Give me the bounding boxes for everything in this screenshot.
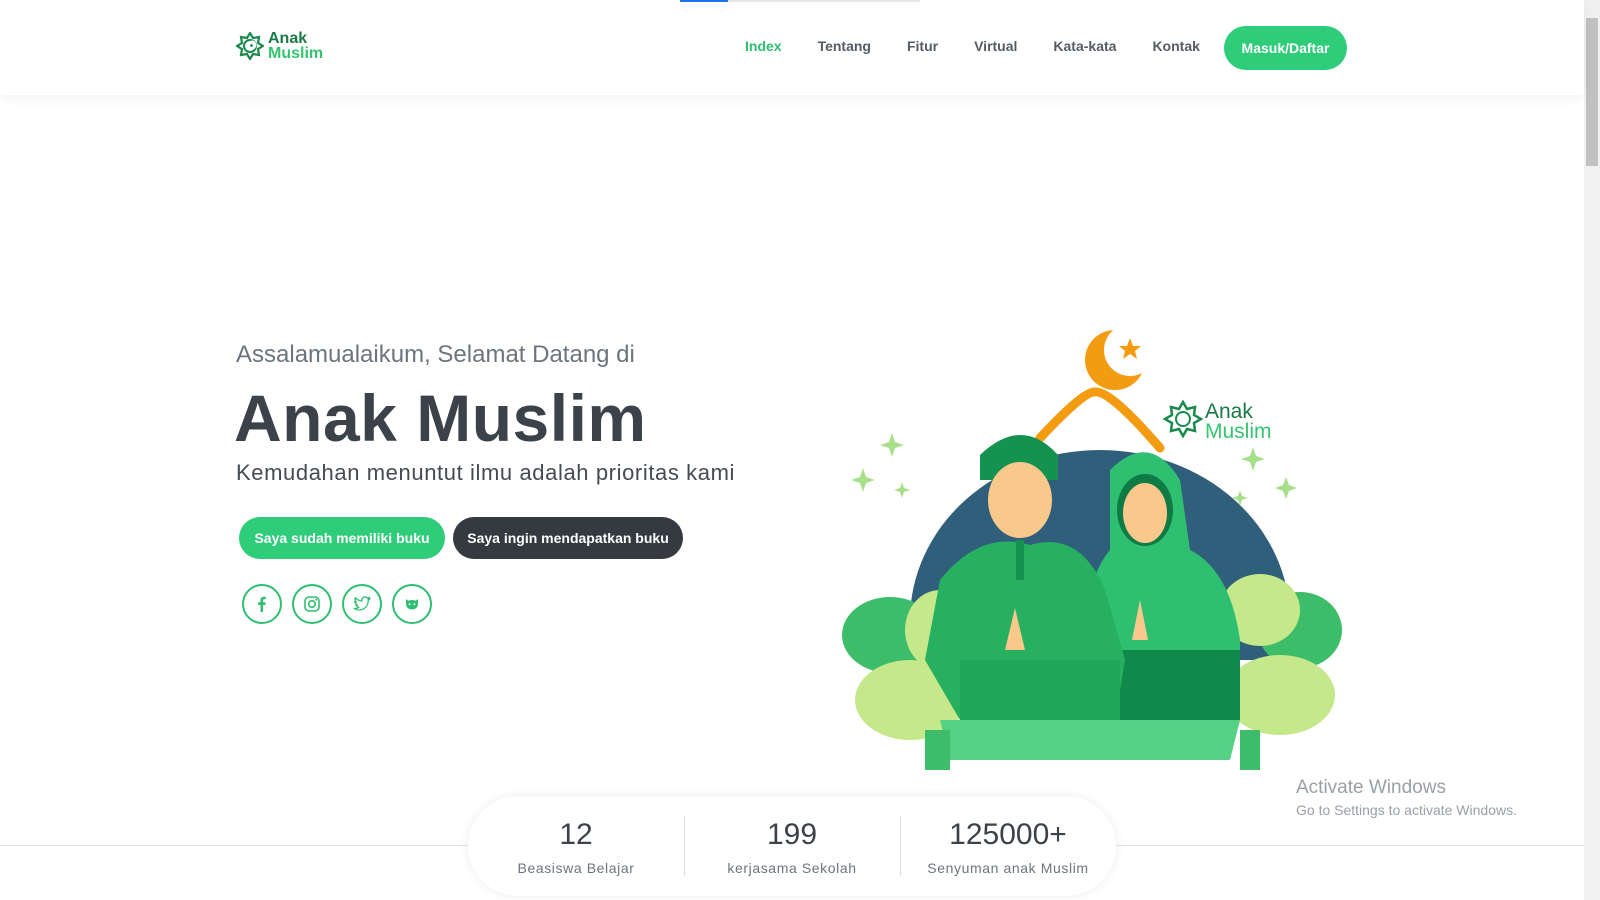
stat-value: 199 xyxy=(766,818,818,851)
hero-illustration: Anak Muslim xyxy=(842,330,1342,770)
crescent-moon-icon xyxy=(1085,330,1156,390)
login-register-button[interactable]: Masuk/Daftar xyxy=(1224,26,1347,70)
site-logo[interactable]: Anak Muslim xyxy=(236,30,324,62)
watermark-subtitle: Go to Settings to activate Windows. xyxy=(1296,802,1517,818)
stat-value: 125000+ xyxy=(949,818,1067,851)
have-book-button[interactable]: Saya sudah memiliki buku xyxy=(239,517,445,559)
hero-title: Anak Muslim xyxy=(234,381,647,455)
main-nav: Index Tentang Fitur Virtual Kata-kata Ko… xyxy=(745,38,1236,54)
logo-text-line1: Anak xyxy=(268,30,308,47)
logo-star-icon xyxy=(236,32,264,60)
top-navbar: Anak Muslim Index Tentang Fitur Virtual … xyxy=(0,0,1584,95)
page: Anak Muslim Index Tentang Fitur Virtual … xyxy=(0,0,1600,900)
facebook-icon xyxy=(258,596,266,612)
mosque-roof-shape xyxy=(1035,387,1165,453)
twitter-icon xyxy=(353,596,371,611)
stat-item: 199 kerjasama Sekolah xyxy=(684,796,900,896)
logo-star-icon xyxy=(1162,399,1204,439)
nav-item-kata-kata[interactable]: Kata-kata xyxy=(1053,38,1116,54)
watermark-title: Activate Windows xyxy=(1296,777,1446,798)
facebook-link[interactable] xyxy=(242,584,282,624)
stat-label: Beasiswa Belajar xyxy=(517,860,635,876)
nav-item-index[interactable]: Index xyxy=(745,38,782,54)
nav-item-virtual[interactable]: Virtual xyxy=(974,38,1017,54)
illustration-logo: Anak Muslim xyxy=(1162,399,1272,443)
stat-label: Senyuman anak Muslim xyxy=(927,860,1089,876)
logo-text-line2: Muslim xyxy=(268,45,324,62)
nav-item-fitur[interactable]: Fitur xyxy=(907,38,938,54)
windows-activation-watermark: Activate Windows Go to Settings to activ… xyxy=(1296,777,1517,818)
twitter-link[interactable] xyxy=(342,584,382,624)
stat-item: 12 Beasiswa Belajar xyxy=(468,796,684,896)
nav-item-kontak[interactable]: Kontak xyxy=(1152,38,1199,54)
page-loading-bar xyxy=(680,0,920,2)
ribbon-shape xyxy=(940,720,1240,760)
social-links xyxy=(242,584,432,624)
scrollbar-thumb[interactable] xyxy=(1586,18,1598,166)
instagram-icon xyxy=(304,596,320,612)
instagram-link[interactable] xyxy=(292,584,332,624)
hero-greeting: Assalamualaikum, Selamat Datang di xyxy=(236,341,635,368)
github-link[interactable] xyxy=(392,584,432,624)
page-scrollbar[interactable] xyxy=(1584,0,1600,900)
nav-item-tentang[interactable]: Tentang xyxy=(818,38,871,54)
stat-item: 125000+ Senyuman anak Muslim xyxy=(900,796,1116,896)
stats-card: 12 Beasiswa Belajar 199 kerjasama Sekola… xyxy=(468,796,1116,896)
illustration-logo-line2: Muslim xyxy=(1205,420,1272,443)
get-book-button[interactable]: Saya ingin mendapatkan buku xyxy=(453,517,683,559)
leaf-shape xyxy=(1225,655,1335,735)
github-icon xyxy=(406,599,418,610)
stat-label: kerjasama Sekolah xyxy=(727,860,857,876)
stat-value: 12 xyxy=(559,818,593,851)
hero-subtitle: Kemudahan menuntut ilmu adalah prioritas… xyxy=(236,460,736,485)
